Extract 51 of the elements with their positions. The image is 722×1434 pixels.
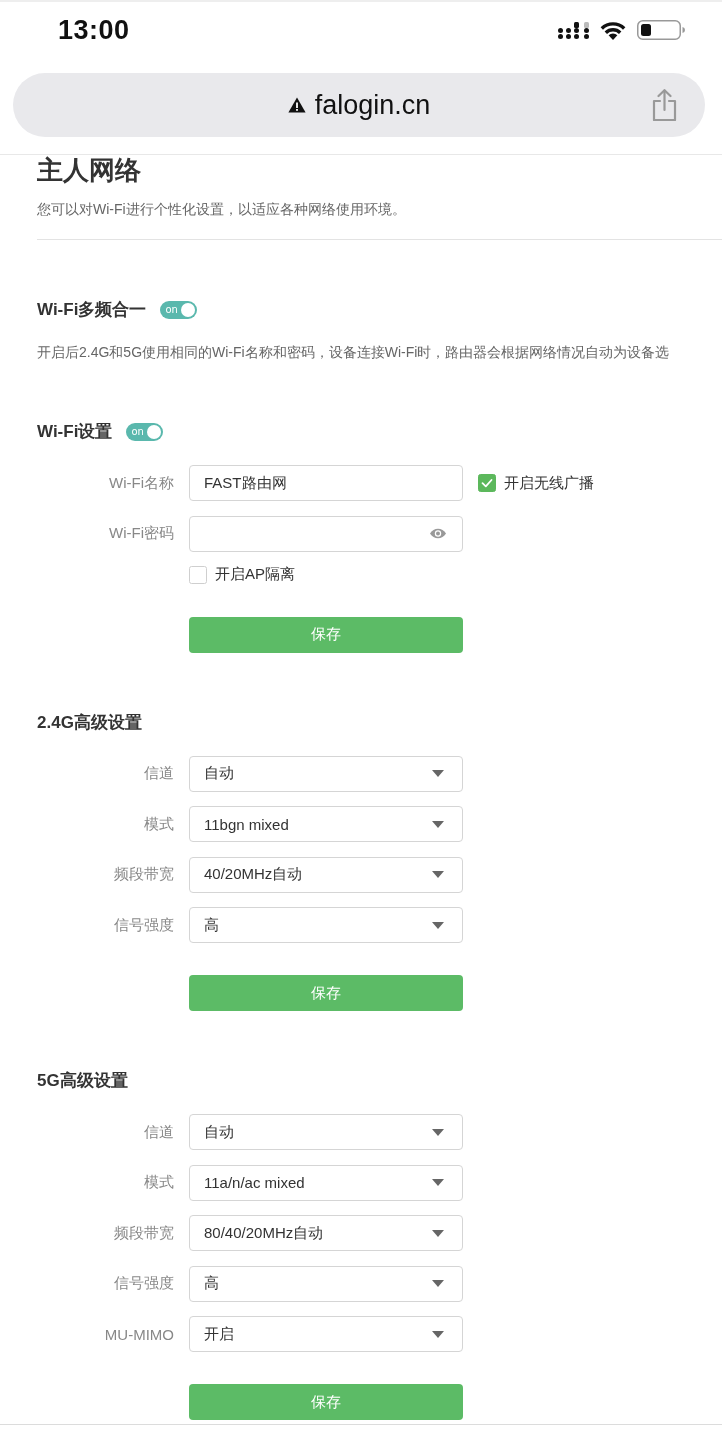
field-label: 模式	[143, 1173, 174, 1192]
field-label: Wi-Fi密码	[108, 524, 174, 543]
dropdown-select[interactable]: 高	[189, 1265, 463, 1302]
eye-icon[interactable]	[430, 528, 446, 539]
field-label: 信号强度	[113, 915, 174, 935]
field-label: 频段带宽	[113, 865, 174, 884]
text-field[interactable]: FAST路由网	[189, 465, 463, 501]
caret-icon	[432, 1229, 444, 1237]
dropdown-select[interactable]: 自动	[189, 1114, 463, 1150]
field-label: MU-MIMO	[103, 1325, 174, 1343]
password-field[interactable]	[189, 515, 463, 552]
field-label: 频段带宽	[113, 1223, 174, 1243]
checkbox[interactable]	[189, 565, 207, 584]
dropdown-select[interactable]: 11a/n/ac mixed	[189, 1164, 463, 1201]
caret-icon	[432, 820, 444, 828]
battery-icon	[637, 20, 685, 40]
dropdown-select[interactable]: 自动	[189, 755, 463, 792]
caret-icon	[432, 871, 444, 878]
dropdown-select[interactable]: 40/20MHz自动	[189, 856, 463, 893]
warning-icon	[287, 97, 306, 113]
caret-icon	[432, 770, 444, 777]
dropdown-select[interactable]: 80/40/20MHz自动	[189, 1215, 463, 1251]
caret-icon	[432, 1280, 444, 1287]
address-bar[interactable]: falogin.cn	[13, 73, 705, 137]
checkbox-label: 开启无线广播	[504, 473, 594, 493]
status-time: 13:00	[58, 14, 130, 46]
caret-icon	[432, 1179, 444, 1186]
section-title: Wi-Fi设置	[37, 421, 113, 443]
section-description: 开启后2.4G和5G使用相同的Wi-Fi名称和密码，设备连接Wi-Fi时，路由器会根据网络情况自动为设备选	[37, 343, 671, 362]
share-icon[interactable]	[652, 89, 677, 121]
field-label: 信道	[143, 1122, 174, 1142]
section-title: 2.4G高级设置	[37, 711, 142, 734]
page-description: 您可以对Wi-Fi进行个性化设置，以适应各种网络使用环境。	[37, 200, 407, 219]
field-label: Wi-Fi名称	[108, 473, 174, 493]
field-label: 信道	[143, 764, 174, 783]
field-label: 模式	[143, 814, 174, 834]
field-label: 信号强度	[113, 1274, 174, 1293]
caret-icon	[432, 1330, 444, 1338]
checkbox-label: 开启AP隔离	[215, 565, 295, 584]
section-title: Wi-Fi多频合一	[37, 299, 147, 321]
wifi-icon	[600, 20, 626, 40]
checkbox[interactable]	[478, 474, 496, 492]
dropdown-select[interactable]: 11bgn mixed	[189, 806, 463, 842]
signal-icon	[558, 21, 589, 39]
section-title: 5G高级设置	[37, 1070, 128, 1092]
page-title: 主人网络	[37, 155, 142, 185]
dropdown-select[interactable]: 开启	[189, 1316, 463, 1352]
caret-icon	[432, 1128, 444, 1136]
caret-icon	[432, 921, 444, 929]
url-text: falogin.cn	[314, 89, 431, 121]
dropdown-select[interactable]: 高	[189, 907, 463, 943]
